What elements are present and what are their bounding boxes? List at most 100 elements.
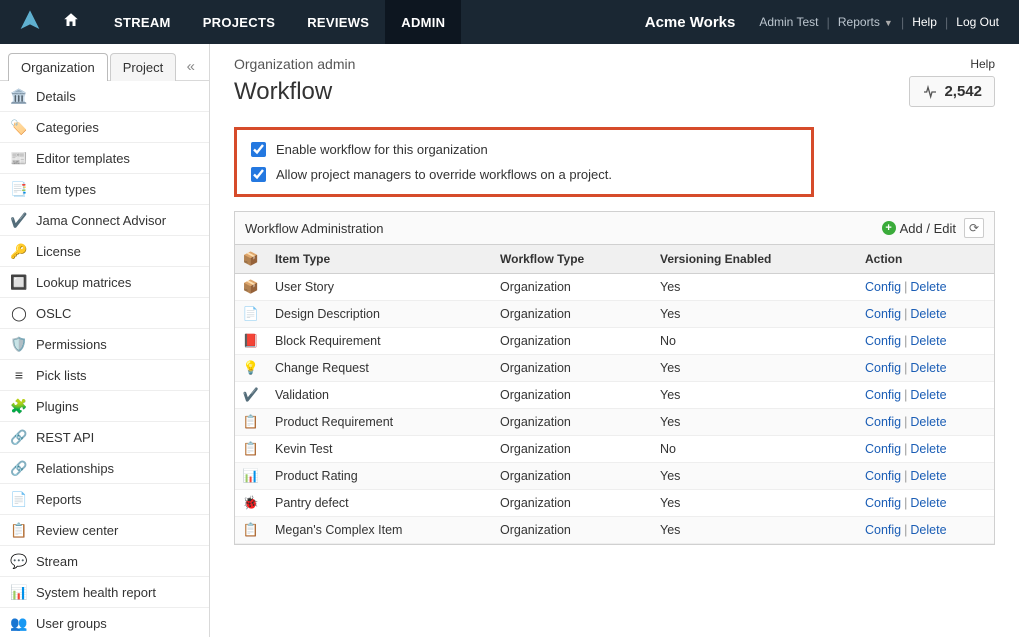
sidebar-item-user-groups[interactable]: 👥User groups xyxy=(0,608,209,637)
stream-icon: 💬 xyxy=(10,552,28,570)
table-row[interactable]: 📋Product RequirementOrganizationYesConfi… xyxy=(235,409,994,436)
help-link[interactable]: Help xyxy=(912,15,937,29)
sidebar-item-item-types[interactable]: 📑Item types xyxy=(0,174,209,205)
config-link[interactable]: Config xyxy=(865,388,901,402)
config-link[interactable]: Config xyxy=(865,361,901,375)
sidebar-item-reports[interactable]: 📄Reports xyxy=(0,484,209,515)
cell-workflow-type: Organization xyxy=(492,301,652,328)
nav-reviews[interactable]: REVIEWS xyxy=(291,0,385,44)
table-row[interactable]: 📋Kevin TestOrganizationNoConfig|Delete xyxy=(235,436,994,463)
delete-link[interactable]: Delete xyxy=(910,334,946,348)
logout-link[interactable]: Log Out xyxy=(956,15,999,29)
config-link[interactable]: Config xyxy=(865,307,901,321)
sidebar-item-label: Plugins xyxy=(36,399,79,414)
nav-stream[interactable]: STREAM xyxy=(98,0,187,44)
delete-link[interactable]: Delete xyxy=(910,469,946,483)
sidebar-item-label: Editor templates xyxy=(36,151,130,166)
cell-item-type: Product Requirement xyxy=(267,409,492,436)
shield-icon: 🛡️ xyxy=(10,335,28,353)
sidebar-item-permissions[interactable]: 🛡️Permissions xyxy=(0,329,209,360)
delete-link[interactable]: Delete xyxy=(910,442,946,456)
item-type-icon: 📋 xyxy=(243,522,259,538)
delete-link[interactable]: Delete xyxy=(910,496,946,510)
cell-action: Config|Delete xyxy=(857,409,994,436)
sidebar-item-license[interactable]: 🔑 License xyxy=(0,236,209,267)
config-link[interactable]: Config xyxy=(865,469,901,483)
cell-workflow-type: Organization xyxy=(492,463,652,490)
delete-link[interactable]: Delete xyxy=(910,523,946,537)
enable-workflow-row[interactable]: Enable workflow for this organization xyxy=(251,142,797,157)
sidebar-item-details[interactable]: 🏛️Details xyxy=(0,81,209,112)
table-row[interactable]: 📋Megan's Complex ItemOrganizationYesConf… xyxy=(235,517,994,544)
col-action: Action xyxy=(857,245,994,274)
delete-link[interactable]: Delete xyxy=(910,307,946,321)
add-edit-button[interactable]: + Add / Edit xyxy=(882,221,956,236)
sidebar-item-lookup-matrices[interactable]: 🔲Lookup matrices xyxy=(0,267,209,298)
sidebar-item-system-health-report[interactable]: 📊System health report xyxy=(0,577,209,608)
activity-icon xyxy=(922,84,938,100)
col-versioning[interactable]: Versioning Enabled xyxy=(652,245,857,274)
allow-override-row[interactable]: Allow project managers to override workf… xyxy=(251,167,797,182)
enable-workflow-checkbox[interactable] xyxy=(251,142,266,157)
item-types-icon: 📑 xyxy=(10,180,28,198)
config-link[interactable]: Config xyxy=(865,280,901,294)
sidebar-item-relationships[interactable]: 🔗Relationships xyxy=(0,453,209,484)
cell-action: Config|Delete xyxy=(857,463,994,490)
sidebar-item-rest-api[interactable]: 🔗REST API xyxy=(0,422,209,453)
delete-link[interactable]: Delete xyxy=(910,388,946,402)
sidebar: Organization Project « 🏛️Details🏷️Catego… xyxy=(0,44,210,637)
cell-workflow-type: Organization xyxy=(492,409,652,436)
sidebar-item-label: License xyxy=(36,244,81,259)
workflow-table: 📦 Item Type Workflow Type Versioning Ena… xyxy=(235,245,994,544)
sidebar-item-stream[interactable]: 💬 Stream xyxy=(0,546,209,577)
cell-item-type: Pantry defect xyxy=(267,490,492,517)
cell-versioning: Yes xyxy=(652,274,857,301)
delete-link[interactable]: Delete xyxy=(910,361,946,375)
reports-dropdown[interactable]: Reports▼ xyxy=(838,15,893,29)
cell-workflow-type: Organization xyxy=(492,382,652,409)
col-workflow-type[interactable]: Workflow Type xyxy=(492,245,652,274)
plus-icon: + xyxy=(882,221,896,235)
table-row[interactable]: 📦User StoryOrganizationYesConfig|Delete xyxy=(235,274,994,301)
table-row[interactable]: 📊Product RatingOrganizationYesConfig|Del… xyxy=(235,463,994,490)
table-row[interactable]: 📄Design DescriptionOrganizationYesConfig… xyxy=(235,301,994,328)
page-help-link[interactable]: Help xyxy=(970,57,995,71)
config-link[interactable]: Config xyxy=(865,334,901,348)
key-icon: 🔑 xyxy=(10,242,28,260)
refresh-button[interactable]: ⟳ xyxy=(964,218,984,238)
config-link[interactable]: Config xyxy=(865,415,901,429)
config-link[interactable]: Config xyxy=(865,496,901,510)
table-row[interactable]: ✔️ValidationOrganizationYesConfig|Delete xyxy=(235,382,994,409)
tab-organization[interactable]: Organization xyxy=(8,53,108,81)
sidebar-item-editor-templates[interactable]: 📰Editor templates xyxy=(0,143,209,174)
delete-link[interactable]: Delete xyxy=(910,280,946,294)
table-row[interactable]: 💡Change RequestOrganizationYesConfig|Del… xyxy=(235,355,994,382)
delete-link[interactable]: Delete xyxy=(910,415,946,429)
col-item-type[interactable]: Item Type xyxy=(267,245,492,274)
sidebar-item-jama-connect-advisor[interactable]: ✔️Jama Connect Advisor xyxy=(0,205,209,236)
sidebar-item-label: Stream xyxy=(36,554,78,569)
collapse-sidebar-icon[interactable]: « xyxy=(181,58,201,75)
item-type-icon: 💡 xyxy=(243,360,259,376)
config-link[interactable]: Config xyxy=(865,523,901,537)
table-row[interactable]: 📕Block RequirementOrganizationNoConfig|D… xyxy=(235,328,994,355)
nav-projects[interactable]: PROJECTS xyxy=(187,0,291,44)
allow-override-checkbox[interactable] xyxy=(251,167,266,182)
home-icon[interactable] xyxy=(62,11,80,34)
pulse-badge[interactable]: 2,542 xyxy=(909,76,995,107)
sidebar-item-plugins[interactable]: 🧩Plugins xyxy=(0,391,209,422)
tab-project[interactable]: Project xyxy=(110,53,176,81)
user-name-link[interactable]: Admin Test xyxy=(759,15,818,29)
cell-action: Config|Delete xyxy=(857,301,994,328)
app-logo xyxy=(16,8,44,36)
cell-versioning: No xyxy=(652,436,857,463)
sidebar-item-pick-lists[interactable]: ≡Pick lists xyxy=(0,360,209,391)
config-link[interactable]: Config xyxy=(865,442,901,456)
table-row[interactable]: 🐞Pantry defectOrganizationYesConfig|Dele… xyxy=(235,490,994,517)
cell-action: Config|Delete xyxy=(857,436,994,463)
nav-bar: STREAMPROJECTSREVIEWSADMIN xyxy=(98,0,461,44)
sidebar-item-oslc[interactable]: ◯OSLC xyxy=(0,298,209,329)
nav-admin[interactable]: ADMIN xyxy=(385,0,461,44)
sidebar-item-categories[interactable]: 🏷️Categories xyxy=(0,112,209,143)
sidebar-item-review-center[interactable]: 📋Review center xyxy=(0,515,209,546)
